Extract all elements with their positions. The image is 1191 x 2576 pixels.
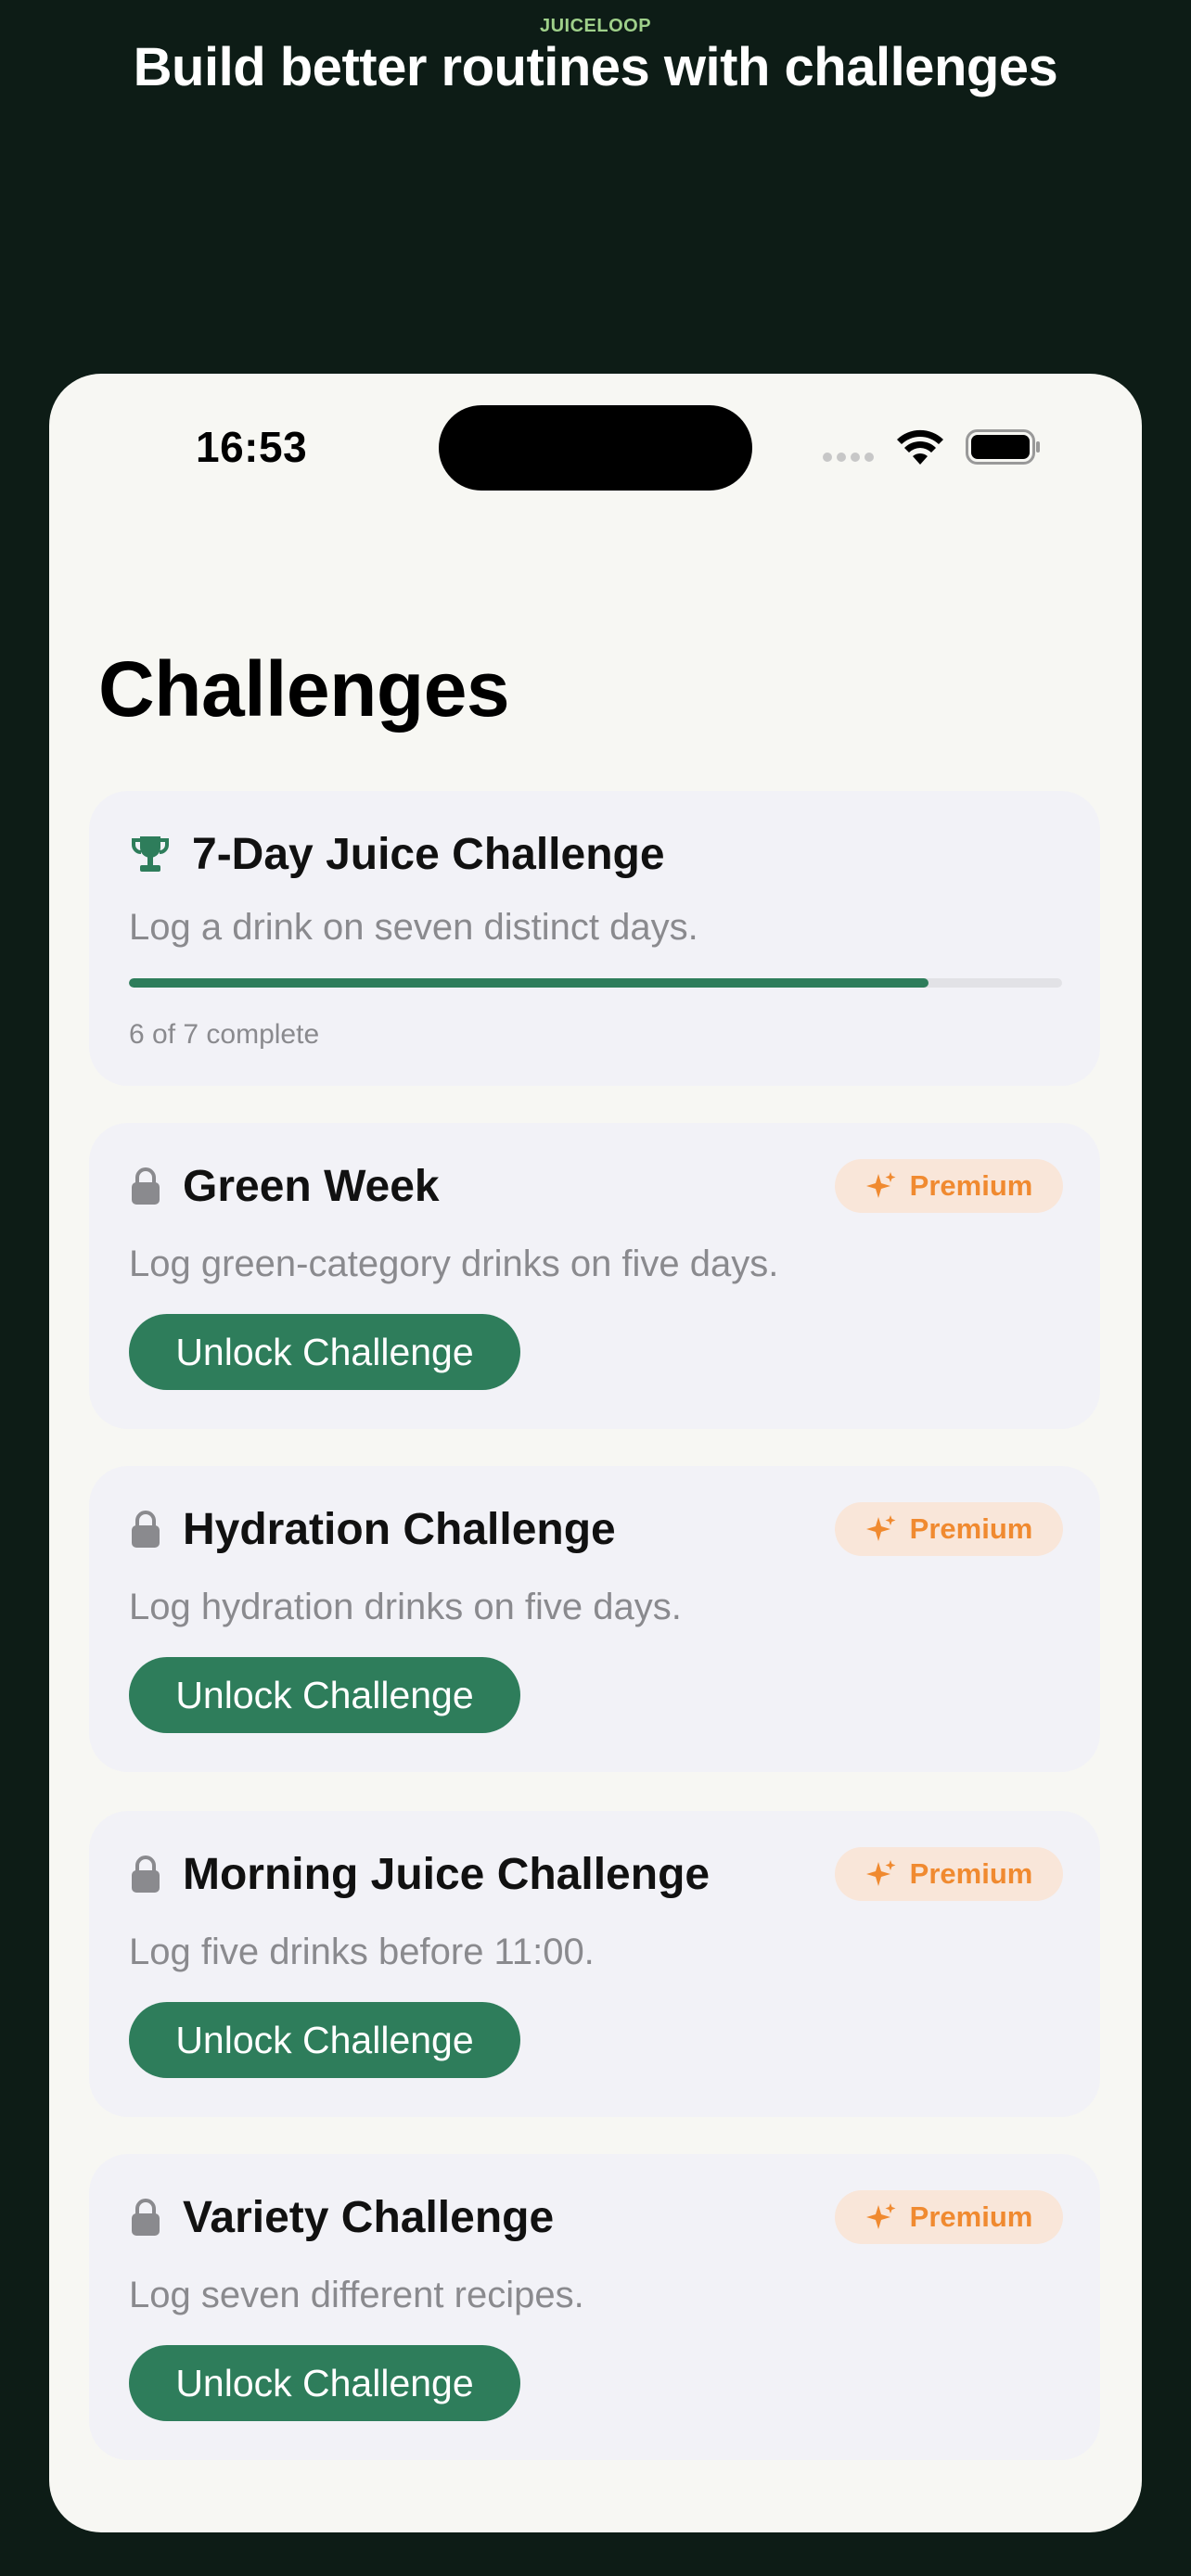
progress-label: 6 of 7 complete [129, 1019, 320, 1050]
challenge-card-green-week: Green Week Premium Log green-category dr… [89, 1123, 1100, 1429]
card-header: Green Week Premium [129, 1158, 1063, 1214]
premium-badge-label: Premium [909, 1857, 1033, 1890]
challenge-description: Log a drink on seven distinct days. [129, 907, 698, 948]
sparkle-icon [865, 1515, 896, 1541]
status-bar: 16:53 [49, 374, 1142, 522]
lock-icon [132, 1167, 160, 1205]
challenge-title: Variety Challenge [183, 2192, 555, 2242]
lock-icon [132, 1511, 160, 1548]
phone-screen: 16:53 Challenges 7-Day Juice Challenge L… [49, 374, 1142, 2532]
battery-icon [966, 429, 1040, 465]
challenge-card-featured[interactable]: 7-Day Juice Challenge Log a drink on sev… [89, 791, 1100, 1086]
challenge-title: 7-Day Juice Challenge [192, 829, 665, 879]
challenge-description: Log hydration drinks on five days. [129, 1587, 682, 1627]
progress-bar [129, 978, 1062, 988]
status-time: 16:53 [196, 423, 308, 471]
challenge-card-morning-juice: Morning Juice Challenge Premium Log five… [89, 1811, 1100, 2117]
lock-icon [132, 1855, 160, 1893]
page-title: Challenges [98, 645, 510, 733]
card-header: Variety Challenge Premium [129, 2189, 1063, 2245]
premium-badge-label: Premium [909, 2200, 1033, 2233]
premium-badge: Premium [835, 1502, 1063, 1556]
wifi-icon [897, 429, 943, 465]
sparkle-icon [865, 1172, 896, 1198]
unlock-challenge-button[interactable]: Unlock Challenge [129, 1314, 520, 1390]
marketing-headline: Build better routines with challenges [133, 37, 1058, 97]
premium-badge: Premium [835, 2190, 1063, 2244]
challenge-description: Log green-category drinks on five days. [129, 1243, 779, 1284]
premium-badge: Premium [835, 1847, 1063, 1901]
dynamic-island [439, 405, 752, 491]
premium-badge: Premium [835, 1159, 1063, 1213]
premium-badge-label: Premium [909, 1512, 1033, 1545]
card-header: Hydration Challenge Premium [129, 1501, 1063, 1557]
challenge-title: Hydration Challenge [183, 1504, 616, 1554]
card-header: 7-Day Juice Challenge [129, 826, 1063, 882]
progress-fill [129, 978, 929, 988]
challenge-title: Green Week [183, 1161, 440, 1211]
premium-badge-label: Premium [909, 1169, 1033, 1202]
challenge-description: Log seven different recipes. [129, 2275, 584, 2315]
trophy-icon [132, 836, 169, 872]
sparkle-icon [865, 2203, 896, 2229]
card-header: Morning Juice Challenge Premium [129, 1846, 1063, 1902]
brand-label: JUICELOOP [539, 16, 652, 36]
challenge-card-hydration: Hydration Challenge Premium Log hydratio… [89, 1466, 1100, 1772]
challenge-title: Morning Juice Challenge [183, 1849, 711, 1899]
challenge-card-variety: Variety Challenge Premium Log seven diff… [89, 2154, 1100, 2460]
challenge-description: Log five drinks before 11:00. [129, 1932, 595, 1972]
marketing-header: JUICELOOP Build better routines with cha… [0, 15, 1191, 98]
cellular-signal-icon [823, 453, 874, 462]
unlock-challenge-button[interactable]: Unlock Challenge [129, 2002, 520, 2078]
sparkle-icon [865, 1860, 896, 1886]
lock-icon [132, 2199, 160, 2236]
unlock-challenge-button[interactable]: Unlock Challenge [129, 2345, 520, 2421]
unlock-challenge-button[interactable]: Unlock Challenge [129, 1657, 520, 1733]
